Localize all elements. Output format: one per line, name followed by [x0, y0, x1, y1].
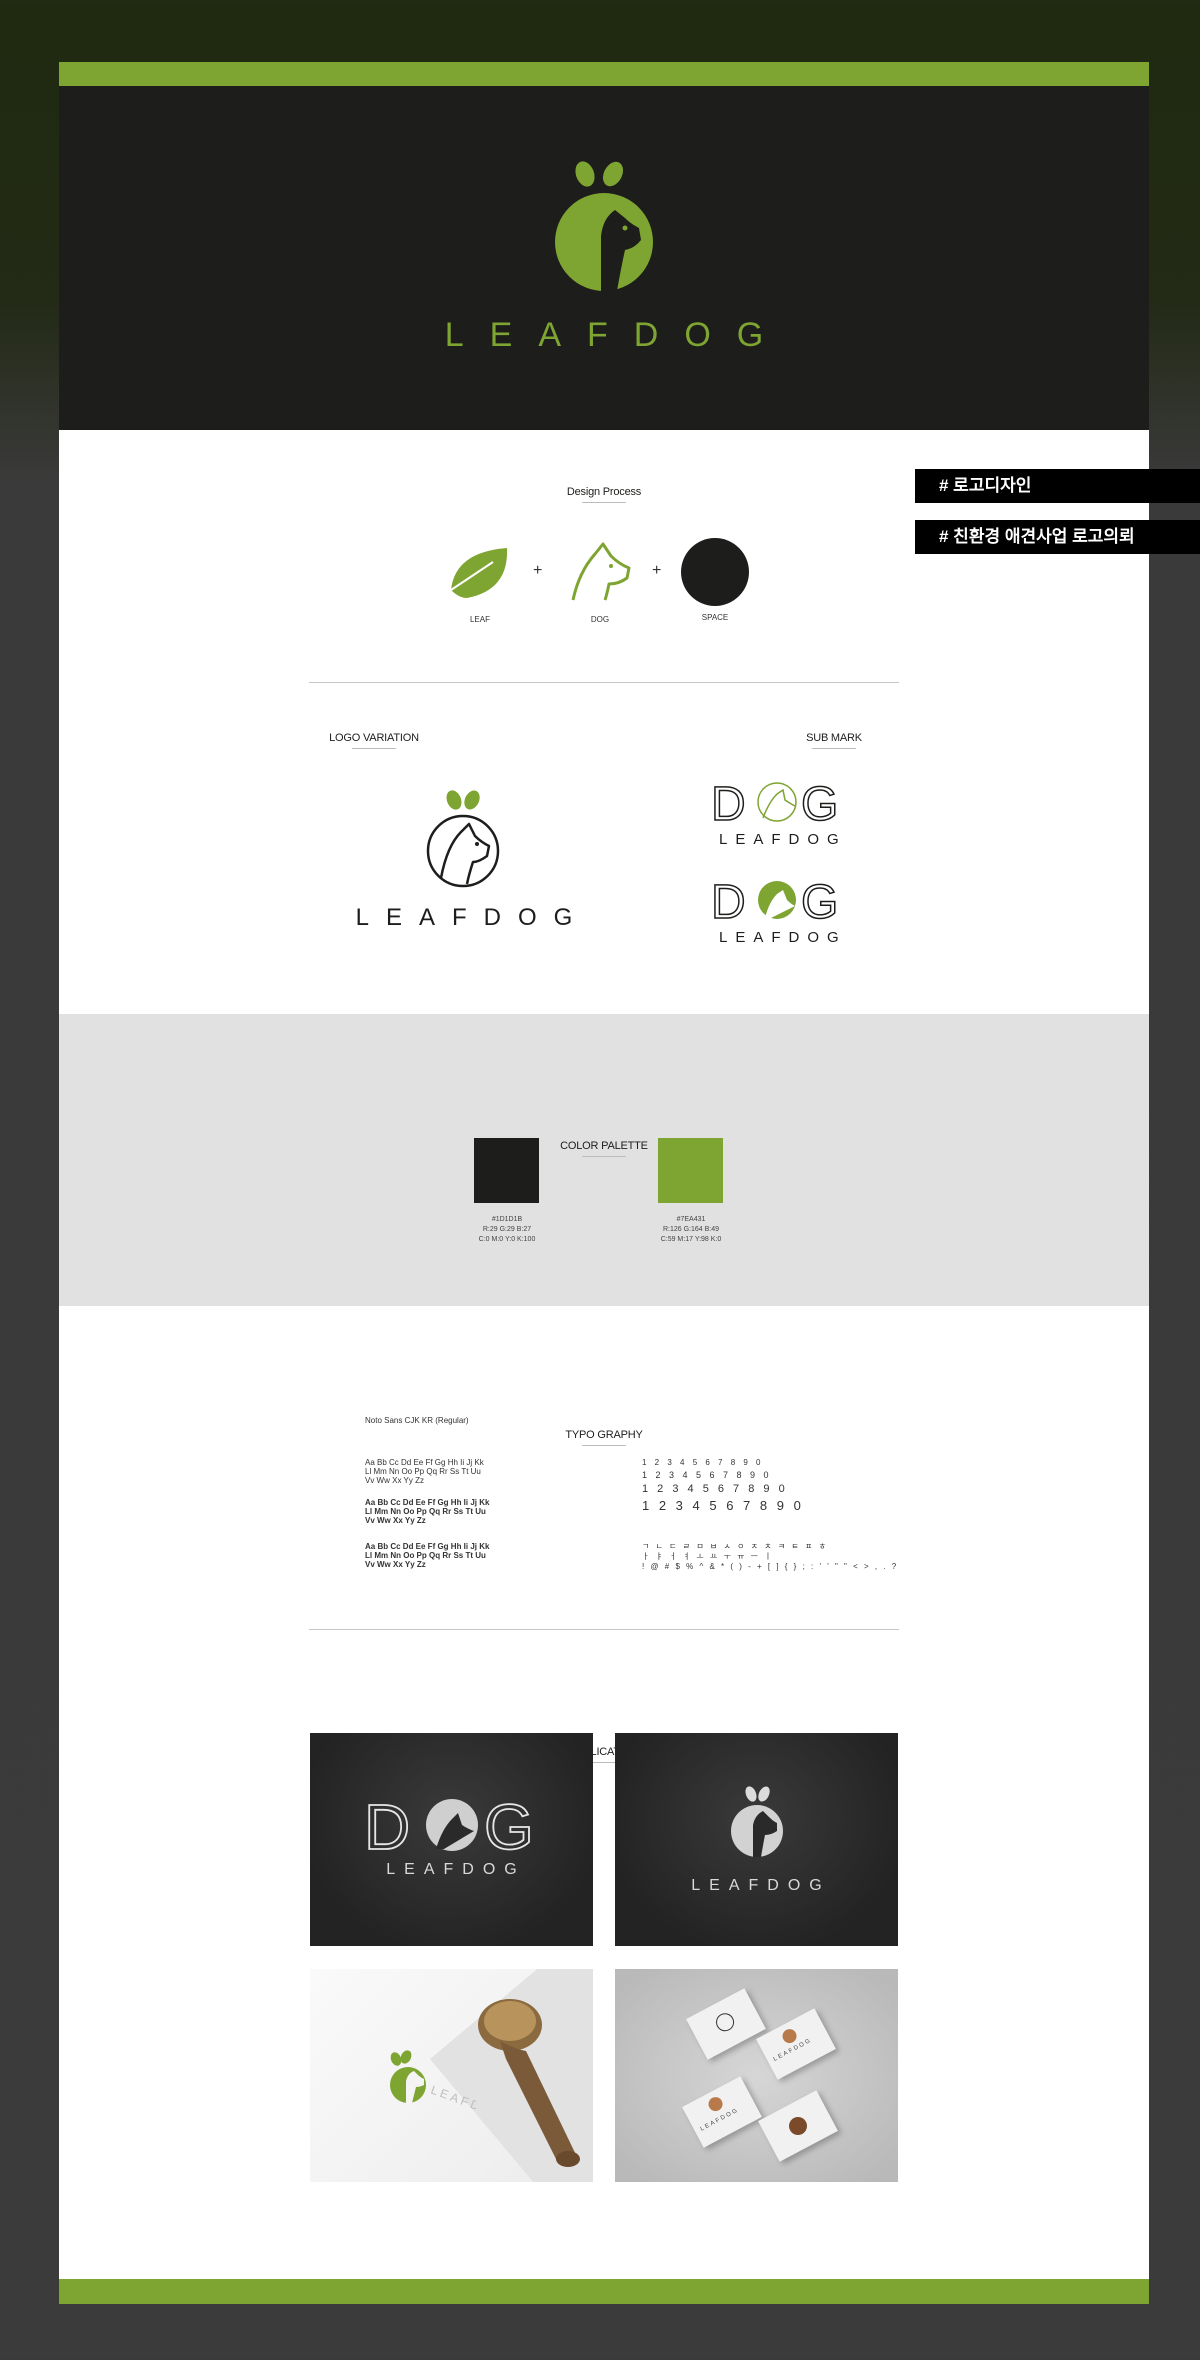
sub-mark-outline: D G LEAFDOG	[710, 777, 847, 848]
process-dog: DOG	[565, 540, 635, 624]
business-card-4	[758, 2090, 838, 2162]
swatch-green-info: #7EA431 R:126 G:164 B:49 C:59 M:17 Y:98 …	[631, 1215, 751, 1245]
bottom-accent-bar	[59, 2279, 1149, 2304]
swatch-green-cmyk: C:59 M:17 Y:98 K:0	[660, 1236, 722, 1243]
swatch-black-info: #1D1D1B R:29 G:29 B:27 C:0 M:0 Y:0 K:100	[447, 1215, 567, 1245]
hangul-consonants: ㄱ ㄴ ㄷ ㄹ ㅁ ㅂ ㅅ ㅇ ㅈ ㅊ ㅋ ㅌ ㅍ ㅎ	[642, 1542, 828, 1551]
swatch-black-hex: #1D1D1B	[491, 1216, 523, 1223]
svg-text:D: D	[364, 1795, 410, 1853]
hero-wordmark: LEAFDOG	[444, 316, 790, 354]
swatch-green-rgb: R:126 G:164 B:49	[662, 1226, 720, 1233]
alphabet-bold: Aa Bb Cc Dd Ee Ff Gg Hh Ii Jj Kk Ll Mm N…	[365, 1542, 565, 1569]
application-sign-dark-2: LEAFDOG	[615, 1733, 898, 1946]
swatch-green-hex: #7EA431	[676, 1216, 706, 1223]
process-space-label: SPACE	[701, 613, 729, 622]
symbols: ! @ # $ % ^ & * ( ) - + [ ] { } ; : ' ' …	[642, 1562, 899, 1571]
application-tile2-wordmark: LEAFDOG	[691, 1877, 831, 1894]
hangul-vowels: ㅏ ㅑ ㅓ ㅕ ㅗ ㅛ ㅜ ㅠ ㅡ ㅣ	[642, 1552, 774, 1561]
alphabet-line: Ll Mm Nn Oo Pp Qq Rr Ss Tt Uu	[365, 1551, 486, 1560]
business-card-3-wordmark: LEAFDOG	[699, 2107, 741, 2133]
application-sign-dark-1: D G LEAFDOG	[310, 1733, 593, 1946]
svg-text:G: G	[801, 780, 838, 824]
stamp-print-icon: LEAFDOG	[390, 2050, 476, 2117]
process-space: SPACE	[679, 538, 751, 622]
sub-mark-filled: D G LEAFDOG	[710, 875, 847, 946]
alphabet-line: Aa Bb Cc Dd Ee Ff Gg Hh Ii Jj Kk	[365, 1542, 490, 1551]
circle-icon	[681, 538, 749, 606]
application-stamp: LEAFDOG	[310, 1969, 593, 2182]
application-business-cards: LEAFDOG LEAFDOG	[615, 1969, 898, 2182]
alphabet-line: Ll Mm Nn Oo Pp Qq Rr Ss Tt Uu	[365, 1467, 481, 1476]
sub-mark-title: SUB MARK	[289, 732, 1200, 749]
swatch-green	[658, 1138, 723, 1203]
tag-eco-pet-logo: # 친환경 애견사업 로고의뢰	[915, 520, 1200, 554]
application-tile1-wordmark: LEAFDOG	[386, 1861, 526, 1878]
logo-variation-mark-icon	[426, 790, 500, 888]
sub-mark-filled-wordmark: LEAFDOG	[719, 929, 847, 946]
application-title: APPLICATION	[59, 1746, 1149, 1763]
brand-sheet: LEAFDOG Design Process LEAF + DOG + SPAC…	[59, 62, 1149, 2304]
wax-stamp-handle-icon	[478, 1999, 580, 2167]
svg-text:G: G	[801, 878, 838, 922]
plus-sign-2: +	[652, 562, 662, 579]
alphabet-line: Aa Bb Cc Dd Ee Ff Gg Hh Ii Jj Kk	[365, 1498, 490, 1507]
leafdog-logo-icon	[555, 161, 653, 291]
process-leaf-label: LEAF	[469, 615, 490, 624]
section-divider-1	[309, 682, 899, 683]
business-card-1	[686, 1988, 766, 2060]
swatch-black-cmyk: C:0 M:0 Y:0 K:100	[478, 1236, 536, 1243]
numbers-large: 1 2 3 4 5 6 7 8 9 0	[642, 1483, 788, 1495]
svg-text:D: D	[711, 878, 746, 922]
numbers-medium: 1 2 3 4 5 6 7 8 9 0	[642, 1470, 772, 1480]
svg-text:D: D	[711, 780, 746, 824]
business-card-3: LEAFDOG	[682, 2076, 762, 2148]
dog-sub-mark-filled-icon: D G	[710, 875, 839, 930]
top-accent-bar	[59, 62, 1149, 86]
dog-outline-icon	[571, 542, 631, 601]
alphabet-line: Ll Mm Nn Oo Pp Qq Rr Ss Tt Uu	[365, 1507, 486, 1516]
tag-logo-design: # 로고디자인	[915, 469, 1200, 503]
section-divider-2	[309, 1629, 899, 1630]
dog-sign-mark-icon: D G	[364, 1795, 535, 1853]
numbers-small: 1 2 3 4 5 6 7 8 9 0	[642, 1458, 764, 1467]
typography-title: TYPO GRAPHY	[59, 1429, 1149, 1446]
swatch-black	[474, 1138, 539, 1203]
color-palette-band	[59, 1014, 1149, 1306]
dog-sub-mark-outline-icon: D G	[710, 777, 839, 832]
alphabet-line: Vv Ww Xx Yy Zz	[365, 1560, 426, 1569]
swatch-black-rgb: R:29 G:29 B:27	[482, 1226, 532, 1233]
plus-sign-1: +	[533, 562, 543, 579]
svg-text:LEAFDOG: LEAFDOG	[429, 2083, 476, 2117]
alphabet-medium: Aa Bb Cc Dd Ee Ff Gg Hh Ii Jj Kk Ll Mm N…	[365, 1498, 565, 1525]
leaf-icon	[450, 548, 508, 598]
typography-font-name: Noto Sans CJK KR (Regular)	[365, 1416, 469, 1425]
sub-mark-outline-wordmark: LEAFDOG	[719, 831, 847, 848]
business-card-2: LEAFDOG	[756, 2008, 836, 2080]
process-leaf: LEAF	[445, 540, 515, 624]
alphabet-regular: Aa Bb Cc Dd Ee Ff Gg Hh Ii Jj Kk Ll Mm N…	[365, 1458, 565, 1485]
alphabet-line: Vv Ww Xx Yy Zz	[365, 1516, 426, 1525]
color-palette-title: COLOR PALETTE	[59, 1140, 1149, 1157]
alphabet-line: Vv Ww Xx Yy Zz	[365, 1476, 424, 1485]
hero-banner: LEAFDOG	[59, 86, 1149, 430]
svg-text:G: G	[484, 1795, 534, 1853]
logo-variation-wordmark: LEAFDOG	[355, 904, 590, 931]
numbers-xlarge: 1 2 3 4 5 6 7 8 9 0	[642, 1498, 804, 1513]
leafdog-sign-mark-icon	[731, 1786, 783, 1857]
alphabet-line: Aa Bb Cc Dd Ee Ff Gg Hh Ii Jj Kk	[365, 1458, 484, 1467]
process-dog-label: DOG	[590, 615, 610, 624]
